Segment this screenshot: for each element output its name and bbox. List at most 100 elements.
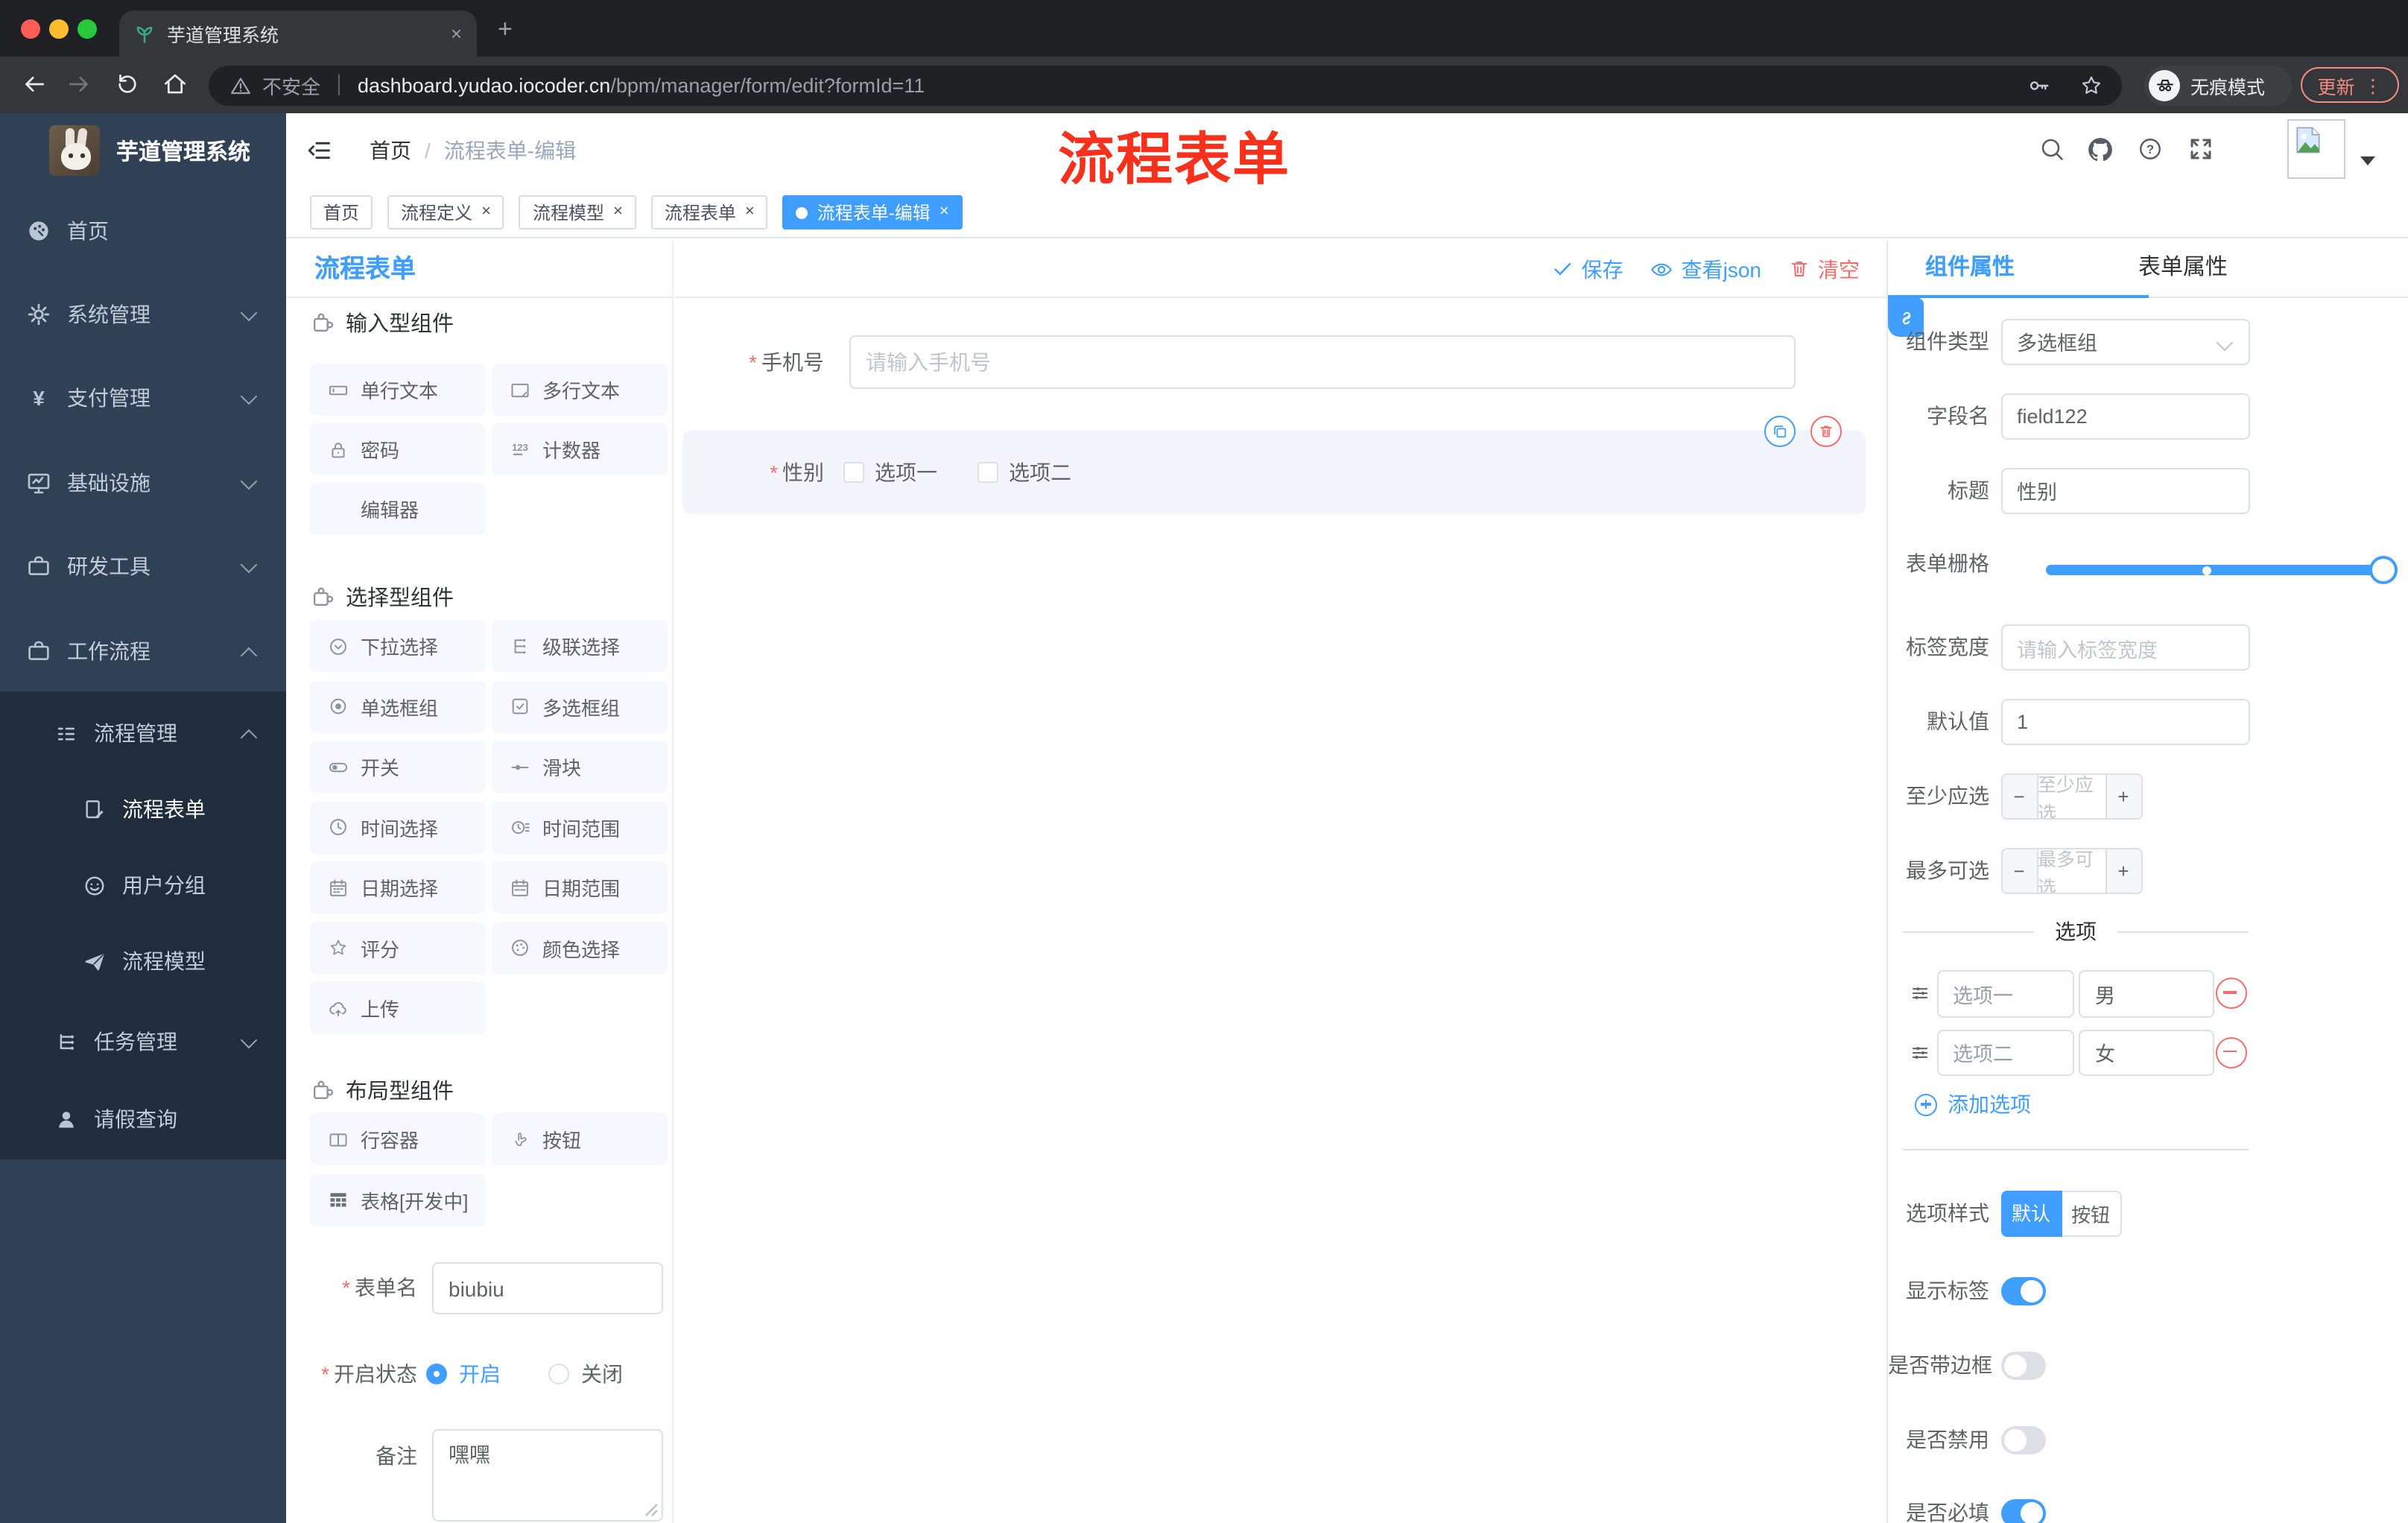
- chip-switch[interactable]: 开关: [310, 741, 486, 793]
- sidebar-item-devtools[interactable]: 研发工具: [0, 529, 286, 604]
- border-toggle[interactable]: [2000, 1351, 2045, 1379]
- label-width-input[interactable]: 请输入标签宽度: [2000, 624, 2249, 671]
- remove-option-button[interactable]: [2215, 1036, 2246, 1068]
- password-key-icon[interactable]: [2027, 72, 2052, 98]
- bookmark-star-icon[interactable]: [2079, 72, 2104, 98]
- tag-process-model[interactable]: 流程模型 ×: [519, 195, 636, 229]
- clear-button[interactable]: 清空: [1788, 254, 1860, 284]
- remove-option-button[interactable]: [2215, 978, 2246, 1009]
- tag-close-icon[interactable]: ×: [481, 203, 491, 221]
- stepper-increase-button[interactable]: +: [2105, 849, 2141, 893]
- tag-process-form[interactable]: 流程表单 ×: [650, 195, 768, 229]
- chip-button[interactable]: 按钮: [492, 1113, 668, 1165]
- radio-off[interactable]: [548, 1364, 569, 1384]
- tag-close-icon[interactable]: ×: [613, 203, 623, 221]
- sidebar-item-payment[interactable]: ¥ 支付管理: [0, 361, 286, 435]
- avatar-caret-icon[interactable]: [2360, 156, 2375, 165]
- chip-multi-line-text[interactable]: 多行文本: [492, 364, 668, 416]
- tab-form-props[interactable]: 表单属性: [2101, 240, 2265, 297]
- chip-dropdown-select[interactable]: 下拉选择: [310, 620, 486, 672]
- chip-radio-group[interactable]: 单选框组: [310, 680, 486, 732]
- max-checked-placeholder[interactable]: 最多可选: [2038, 849, 2105, 893]
- drag-handle-icon[interactable]: [1910, 984, 1930, 1003]
- chip-checkbox-group[interactable]: 多选框组: [492, 680, 668, 732]
- breadcrumb-home[interactable]: 首页: [370, 136, 411, 165]
- close-window-button[interactable]: [21, 19, 40, 38]
- zoom-window-button[interactable]: [77, 19, 97, 38]
- sidebar-item-leave-query[interactable]: 请假查询: [0, 1082, 286, 1156]
- browser-menu-dots-icon[interactable]: ⋮: [2364, 74, 2383, 96]
- default-value-input[interactable]: 1: [2000, 699, 2249, 745]
- avatar[interactable]: [2287, 119, 2345, 179]
- back-icon[interactable]: [19, 70, 48, 98]
- chip-table-dev[interactable]: 表格[开发中]: [310, 1174, 486, 1226]
- phone-input[interactable]: 请输入手机号: [849, 335, 1796, 389]
- tag-close-icon[interactable]: ×: [940, 203, 949, 221]
- chip-slider[interactable]: 滑块: [492, 741, 668, 793]
- gender-option-1[interactable]: 选项一: [843, 430, 937, 513]
- search-icon[interactable]: [2038, 136, 2065, 162]
- home-icon[interactable]: [161, 70, 189, 98]
- sidebar-item-process-model[interactable]: 流程模型: [0, 924, 286, 998]
- form-remark-textarea[interactable]: 嘿嘿: [432, 1429, 663, 1522]
- sidebar-item-system[interactable]: 系统管理: [0, 277, 286, 352]
- fullscreen-icon[interactable]: [2187, 136, 2214, 162]
- option-label-input[interactable]: 选项一: [1936, 970, 2074, 1017]
- radio-off-label[interactable]: 关闭: [581, 1359, 623, 1389]
- drag-handle-icon[interactable]: [1910, 1042, 1930, 1062]
- min-checked-placeholder[interactable]: 至少应选: [2038, 775, 2105, 818]
- tag-close-icon[interactable]: ×: [745, 203, 755, 221]
- copy-component-button[interactable]: [1764, 416, 1796, 447]
- sidebar-item-workflow[interactable]: 工作流程: [0, 614, 286, 688]
- show-label-toggle[interactable]: [2000, 1277, 2045, 1305]
- chip-single-line-text[interactable]: 单行文本: [310, 364, 486, 416]
- sidebar-fold-icon[interactable]: [305, 137, 332, 164]
- delete-component-button[interactable]: [1810, 416, 1842, 447]
- stepper-decrease-button[interactable]: −: [2002, 775, 2038, 818]
- github-icon[interactable]: [2086, 136, 2114, 164]
- chip-time-range[interactable]: 时间范围: [492, 801, 668, 853]
- sidebar-item-process-management[interactable]: 流程管理: [0, 696, 286, 770]
- chip-upload[interactable]: 上传: [310, 982, 486, 1034]
- save-button[interactable]: 保存: [1552, 254, 1623, 284]
- style-default-button[interactable]: 默认: [2000, 1190, 2062, 1237]
- chip-date-picker[interactable]: 日期选择: [310, 861, 486, 914]
- tab-component-props[interactable]: 组件属性: [1888, 240, 2052, 297]
- radio-on[interactable]: [426, 1364, 447, 1384]
- browser-update-button[interactable]: 更新 ⋮: [2301, 67, 2399, 103]
- security-warning-icon[interactable]: [229, 74, 252, 96]
- tag-process-form-edit[interactable]: 流程表单-编辑 ×: [782, 195, 963, 229]
- chip-date-range[interactable]: 日期范围: [492, 861, 668, 914]
- chip-color-picker[interactable]: 颜色选择: [492, 922, 668, 974]
- new-tab-button[interactable]: +: [498, 16, 513, 42]
- minimize-window-button[interactable]: [49, 19, 69, 38]
- forward-icon[interactable]: [66, 70, 94, 98]
- help-icon[interactable]: ?: [2137, 136, 2164, 162]
- form-name-input[interactable]: biubiu: [432, 1262, 663, 1314]
- chip-row-container[interactable]: 行容器: [310, 1113, 486, 1165]
- checkbox[interactable]: [843, 461, 864, 482]
- style-button-button[interactable]: 按钮: [2062, 1190, 2121, 1237]
- sidebar-item-task-management[interactable]: 任务管理: [0, 1004, 286, 1079]
- checkbox[interactable]: [978, 461, 998, 482]
- grid-slider-handle[interactable]: [2369, 556, 2397, 584]
- address-bar[interactable]: 不安全 dashboard.yudao.iocoder.cn/bpm/manag…: [209, 65, 2122, 105]
- app-logo[interactable]: 芋道管理系统: [0, 113, 286, 188]
- chip-editor[interactable]: 编辑器: [310, 483, 486, 535]
- field-name-input[interactable]: field122: [2000, 393, 2249, 439]
- option-label-input[interactable]: 选项二: [1936, 1029, 2074, 1076]
- stepper-increase-button[interactable]: +: [2105, 775, 2141, 818]
- chip-counter[interactable]: 123 计数器: [492, 423, 668, 475]
- disabled-toggle[interactable]: [2000, 1425, 2045, 1454]
- sidebar-item-home[interactable]: 首页: [0, 194, 286, 268]
- tag-process-definition[interactable]: 流程定义 ×: [387, 195, 504, 229]
- option-value-input[interactable]: 女: [2079, 1029, 2214, 1076]
- tab-close-icon[interactable]: ×: [442, 22, 462, 45]
- sidebar-item-process-form[interactable]: 流程表单: [0, 772, 286, 846]
- grid-slider-track[interactable]: [2045, 565, 2392, 575]
- tag-home[interactable]: 首页: [310, 195, 373, 229]
- view-json-button[interactable]: 查看json: [1650, 254, 1761, 284]
- chip-password[interactable]: 密码: [310, 423, 486, 475]
- option-value-input[interactable]: 男: [2079, 970, 2214, 1017]
- add-option-button[interactable]: 添加选项: [1915, 1089, 2031, 1119]
